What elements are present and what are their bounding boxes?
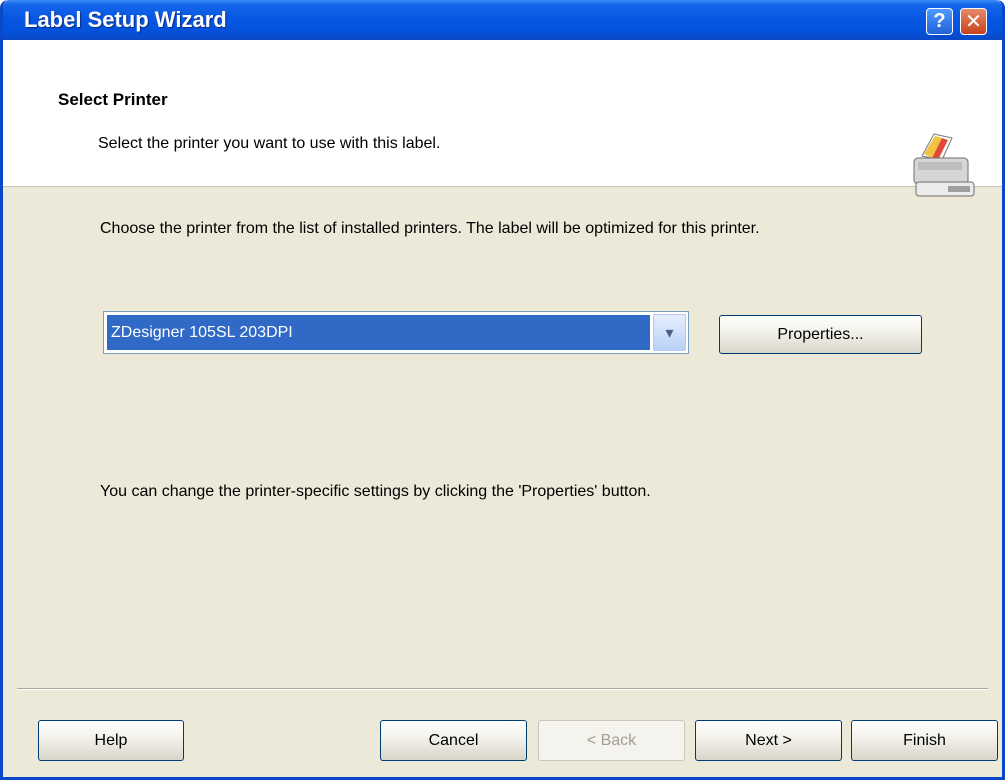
close-button[interactable]: ✕	[960, 8, 987, 35]
wizard-header: Select Printer Select the printer you wa…	[3, 40, 1002, 197]
dropdown-button[interactable]: ▾	[653, 314, 686, 351]
printer-select-value[interactable]: ZDesigner 105SL 203DPI	[107, 315, 650, 350]
page-subtitle: Select the printer you want to use with …	[98, 135, 441, 152]
printer-select[interactable]: ZDesigner 105SL 203DPI ▾	[103, 311, 689, 354]
back-button[interactable]: < Back	[538, 720, 685, 761]
close-icon: ✕	[965, 11, 982, 33]
question-icon: ?	[933, 10, 946, 32]
properties-hint: You can change the printer-specific sett…	[100, 483, 651, 500]
footer-divider	[17, 688, 988, 690]
cancel-button[interactable]: Cancel	[380, 720, 527, 761]
window-title: Label Setup Wizard	[24, 7, 227, 32]
printer-description: Choose the printer from the list of inst…	[100, 220, 760, 237]
printer-icon	[913, 133, 975, 197]
chevron-down-icon: ▾	[665, 324, 674, 342]
title-bar[interactable]: Label Setup Wizard ? ✕	[3, 0, 1002, 40]
finish-button[interactable]: Finish	[851, 720, 998, 761]
next-button[interactable]: Next >	[695, 720, 842, 761]
label-setup-wizard-window: Label Setup Wizard ? ✕ Select Printer Se…	[0, 0, 1005, 780]
help-title-button[interactable]: ?	[926, 8, 953, 35]
properties-button[interactable]: Properties...	[719, 315, 922, 354]
page-title: Select Printer	[58, 90, 168, 109]
help-button[interactable]: Help	[38, 720, 184, 761]
